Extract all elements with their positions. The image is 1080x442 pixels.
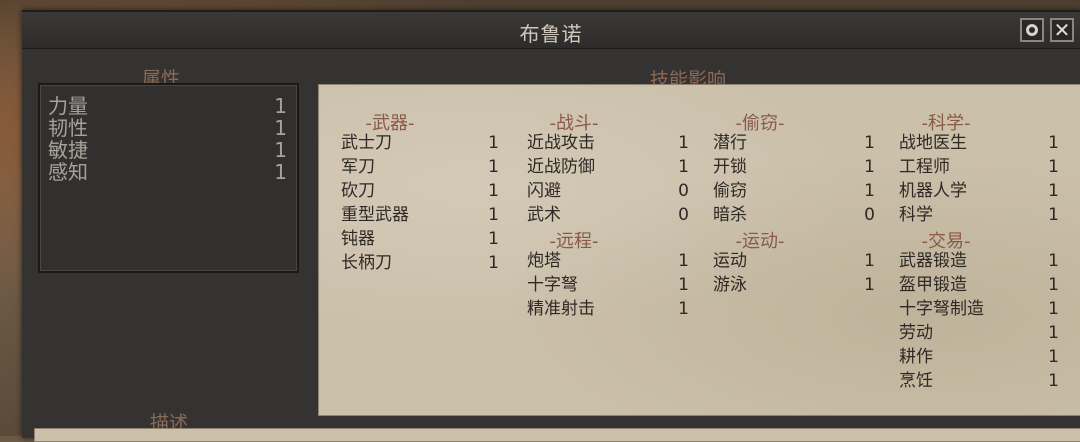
skill-row: 工程师 1 xyxy=(899,157,1059,177)
skill-row: 耕作 1 xyxy=(899,347,1059,367)
attribute-name: 敏捷 xyxy=(48,138,88,162)
skill-row: 运动 1 xyxy=(713,251,875,271)
skill-row: 偷窃 1 xyxy=(713,181,875,201)
title-bar[interactable]: 布鲁诺 ✕ xyxy=(22,12,1080,49)
attribute-name: 韧性 xyxy=(48,116,88,140)
skill-row: 潜行 1 xyxy=(713,133,875,153)
skill-row: 武士刀 1 xyxy=(341,133,499,153)
window-title: 布鲁诺 xyxy=(519,22,583,46)
skill-row: 劳动 1 xyxy=(899,323,1059,343)
attribute-value: 1 xyxy=(274,160,287,184)
skill-row: 盔甲锻造 1 xyxy=(899,275,1059,295)
skill-row: 十字弩 1 xyxy=(527,275,689,295)
skill-row: 砍刀 1 xyxy=(341,181,499,201)
attribute-value: 1 xyxy=(274,94,287,118)
close-icon: ✕ xyxy=(1053,18,1071,42)
close-button[interactable]: ✕ xyxy=(1050,18,1074,42)
attribute-value: 1 xyxy=(274,116,287,140)
skill-row: 重型武器 1 xyxy=(341,205,499,225)
character-info-window: 布鲁诺 ✕ 属性 技能影响 力量 1 韧性 1 敏捷 1 感知 1 -武器- 武… xyxy=(22,10,1080,442)
attribute-value: 1 xyxy=(274,138,287,162)
skills-panel: -武器- 武士刀 1 军刀 1 砍刀 1 重型武器 1 钝器 1 长柄刀 1 -战斗- 近战… xyxy=(318,84,1080,416)
description-panel xyxy=(34,428,1080,442)
skill-row: 近战防御 1 xyxy=(527,157,689,177)
attribute-name: 感知 xyxy=(48,160,88,184)
skill-row: 机器人学 1 xyxy=(899,181,1059,201)
settings-ring-icon xyxy=(1026,24,1038,36)
settings-button[interactable] xyxy=(1020,18,1044,42)
skill-row: 炮塔 1 xyxy=(527,251,689,271)
skill-row: 钝器 1 xyxy=(341,229,499,249)
attribute-name: 力量 xyxy=(48,94,88,118)
skill-row: 军刀 1 xyxy=(341,157,499,177)
skill-row: 精准射击 1 xyxy=(527,299,689,319)
skill-row: 十字弩制造 1 xyxy=(899,299,1059,319)
attribute-row: 感知 1 xyxy=(48,161,293,185)
skill-row: 科学 1 xyxy=(899,205,1059,225)
skill-row: 近战攻击 1 xyxy=(527,133,689,153)
attributes-panel: 力量 1 韧性 1 敏捷 1 感知 1 xyxy=(38,83,299,273)
skill-row: 武术 0 xyxy=(527,205,689,225)
skill-row: 武器锻造 1 xyxy=(899,251,1059,271)
skill-row: 游泳 1 xyxy=(713,275,875,295)
skill-row: 暗杀 0 xyxy=(713,205,875,225)
skill-row: 烹饪 1 xyxy=(899,371,1059,391)
skill-row: 战地医生 1 xyxy=(899,133,1059,153)
skill-row: 长柄刀 1 xyxy=(341,253,499,273)
skill-row: 开锁 1 xyxy=(713,157,875,177)
skill-row: 闪避 0 xyxy=(527,181,689,201)
